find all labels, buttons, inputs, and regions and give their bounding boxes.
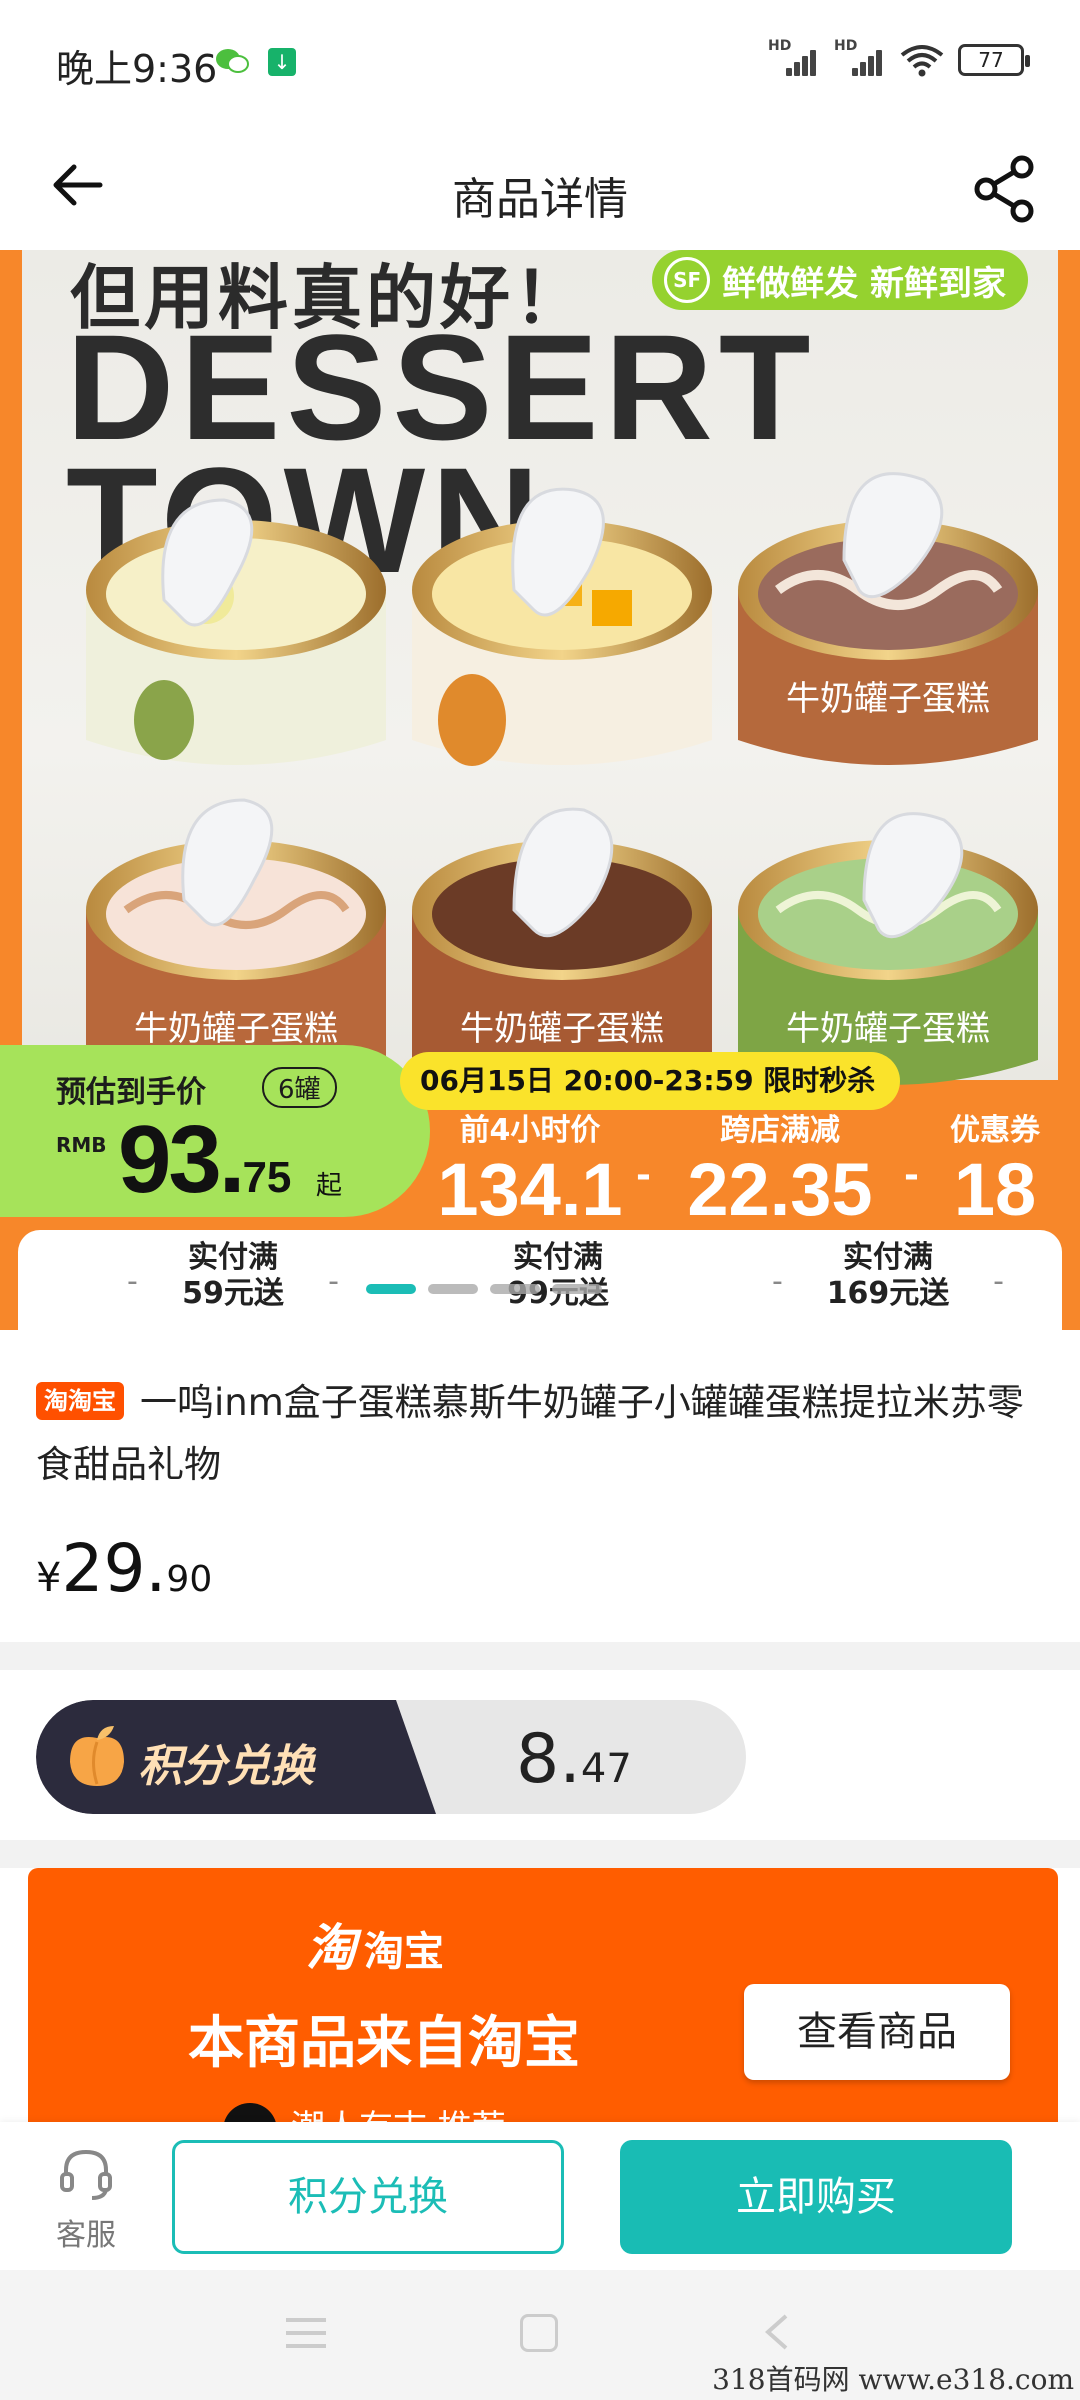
svg-text:牛奶罐子蛋糕: 牛奶罐子蛋糕 (134, 1009, 338, 1049)
product-banner-carousel[interactable]: 但用料真的好！ DESSERT TOWN SF 鲜做鲜发 新鲜到家 牛奶罐子蛋糕… (0, 250, 1080, 1330)
view-product-button[interactable]: 查看商品 (744, 1984, 1010, 2080)
taobao-logo: 淘淘宝 (306, 1919, 444, 1977)
system-nav-bar: 318首码网 www.e318.com (0, 2270, 1080, 2400)
deal-before-4h: 前4小时价 134.1 (437, 1113, 623, 1231)
recents-icon[interactable] (284, 2316, 328, 2350)
signal-icon: HD (834, 38, 886, 78)
price-suffix: 起 (316, 1171, 343, 1201)
estimated-price: 93.75 (118, 1106, 292, 1213)
header: 商品详情 (0, 125, 1080, 250)
status-bar: 晚上9:36 ↓ HD HD 77 (0, 0, 1080, 125)
headset-icon (60, 2149, 112, 2200)
status-time: 晚上9:36 (56, 47, 218, 91)
wifi-icon (900, 45, 944, 77)
deal-separator: - (636, 1155, 651, 1196)
product-title: 一鸣inm盒子蛋糕慕斯牛奶罐子小罐罐蛋糕提拉米苏零食甜品礼物 (36, 1381, 1024, 1486)
section-divider (0, 1642, 1080, 1670)
status-right: HD HD 77 (768, 38, 1030, 80)
taobao-source-card: 淘淘宝 本商品来自淘宝 查看商品 潮人有志 推荐 (28, 1868, 1058, 2128)
product-info: 淘淘宝 一鸣inm盒子蛋糕慕斯牛奶罐子小罐罐蛋糕提拉米苏零食甜品礼物 ¥29.9… (0, 1330, 1080, 1642)
svg-text:牛奶罐子蛋糕: 牛奶罐子蛋糕 (460, 1009, 664, 1049)
points-value: 8.47 (516, 1720, 632, 1799)
currency-label: RMB (56, 1133, 107, 1157)
bottom-action-bar: 客服 积分兑换 立即购买 (0, 2122, 1080, 2270)
cake-cans-illustration: 牛奶罐子蛋糕 牛奶罐子蛋糕 牛奶罐子蛋糕 牛奶罐子蛋糕 (86, 472, 1038, 1085)
carousel-dot-active[interactable] (366, 1284, 416, 1294)
carousel-dot[interactable] (552, 1284, 602, 1294)
deal-separator: - (904, 1155, 919, 1196)
customer-service-label: 客服 (56, 2218, 116, 2253)
gift-coupon[interactable]: - 实付满 169元送 - (768, 1240, 1008, 1312)
battery-icon: 77 (958, 44, 1030, 76)
deal-cross-store: 跨店满减 22.35 (687, 1113, 873, 1231)
peach-icon (70, 1726, 124, 1786)
svg-text:牛奶罐子蛋糕: 牛奶罐子蛋糕 (786, 1009, 990, 1049)
taobao-source-message: 本商品来自淘宝 (188, 2011, 580, 2076)
wechat-icon (216, 49, 249, 73)
gift-coupons-strip: - 实付满 59元送 - 实付满 99元送 - 实付满 169元送 - (18, 1230, 1062, 1330)
carousel-indicator (366, 1284, 602, 1294)
download-icon: ↓ (268, 48, 296, 76)
quantity-tag: 6罐 (262, 1067, 337, 1108)
delivery-tag: SF 鲜做鲜发 新鲜到家 (652, 250, 1028, 310)
signal-icon: HD (768, 38, 820, 78)
section-divider (0, 1840, 1080, 1868)
carousel-dot[interactable] (490, 1284, 540, 1294)
watermark: 318首码网 www.e318.com (712, 2363, 1074, 2396)
deal-coupon: 优惠券 18 (950, 1113, 1040, 1231)
points-exchange-row: 积分兑换 8.47 (0, 1670, 1080, 1840)
points-exchange-label: 积分兑换 (138, 1741, 314, 1792)
svg-text:牛奶罐子蛋糕: 牛奶罐子蛋糕 (786, 679, 990, 719)
share-icon[interactable] (970, 153, 1040, 223)
sf-logo-icon: SF (664, 257, 711, 303)
product-price: ¥29.90 (36, 1530, 213, 1607)
gift-coupon[interactable]: 实付满 99元送 (448, 1240, 668, 1312)
page-title: 商品详情 (452, 174, 628, 225)
banner-image: 但用料真的好！ DESSERT TOWN SF 鲜做鲜发 新鲜到家 牛奶罐子蛋糕… (22, 250, 1058, 1085)
carousel-dot[interactable] (428, 1284, 478, 1294)
points-exchange-pill[interactable]: 积分兑换 8.47 (36, 1700, 746, 1814)
buy-now-button[interactable]: 立即购买 (620, 2140, 1012, 2254)
estimated-price-panel: 预估到手价 6罐 RMB 93.75 起 (0, 1045, 430, 1217)
flash-sale-bar: 06月15日 20:00-23:59 限时秒杀 (400, 1052, 900, 1110)
nav-back-icon[interactable] (758, 2312, 798, 2352)
gift-coupon[interactable]: - 实付满 59元送 - (123, 1240, 343, 1312)
points-exchange-button[interactable]: 积分兑换 (172, 2140, 564, 2254)
customer-service-button[interactable]: 客服 (46, 2146, 126, 2254)
home-icon[interactable] (520, 2314, 558, 2352)
